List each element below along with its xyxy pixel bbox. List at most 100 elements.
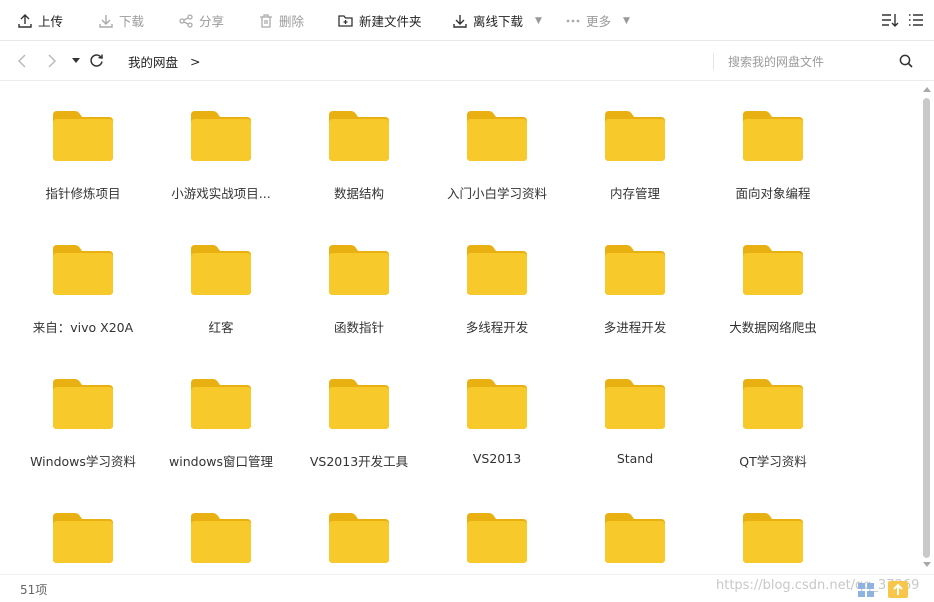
folder-icon: [191, 245, 251, 295]
folder-icon: [329, 513, 389, 563]
address-bar: 我的网盘 >: [0, 41, 934, 81]
offline-download-label: 离线下载: [473, 14, 524, 29]
folder-item[interactable]: VS2013: [428, 349, 566, 466]
scroll-down-arrow-icon[interactable]: [923, 562, 931, 568]
folder-item[interactable]: QT学习资料: [704, 349, 842, 469]
folder-item[interactable]: 入门小白学习资料: [428, 81, 566, 201]
offline-dropdown-icon[interactable]: ▼: [535, 16, 542, 26]
history-dropdown-icon[interactable]: [72, 58, 80, 64]
folder-item[interactable]: Windows学习资料: [14, 349, 152, 469]
folder-label: VS2013开发工具: [309, 454, 409, 469]
status-bar: 51项 https://blog.csdn.net/qq_37269: [0, 574, 934, 598]
folder-icon: [743, 513, 803, 563]
folder-icon: [743, 111, 803, 161]
folder-icon: [605, 379, 665, 429]
folder-icon: [467, 379, 527, 429]
folder-icon: [53, 245, 113, 295]
folder-icon: [605, 111, 665, 161]
download-button[interactable]: 下载: [99, 0, 144, 41]
folder-icon: [329, 111, 389, 161]
folder-item[interactable]: VS2013开发工具: [290, 349, 428, 469]
share-label: 分享: [199, 14, 225, 29]
folder-item[interactable]: Stand: [566, 349, 704, 466]
folder-item[interactable]: 函数指针: [290, 215, 428, 335]
folder-item[interactable]: [704, 483, 842, 574]
folder-label: 小游戏实战项目...: [171, 186, 271, 201]
folder-item[interactable]: 来自：vivo X20A: [14, 215, 152, 335]
upload-arrow-icon: [893, 583, 903, 595]
grid-view-icon[interactable]: [858, 583, 874, 597]
folder-label: 面向对象编程: [735, 186, 811, 201]
list-view-icon[interactable]: [908, 11, 924, 29]
folder-icon: [53, 111, 113, 161]
folder-label: 指针修炼项目: [45, 186, 121, 201]
more-label: 更多: [586, 14, 612, 29]
new-folder-label: 新建文件夹: [359, 14, 422, 29]
offline-download-button[interactable]: 离线下载 ▼: [453, 0, 542, 41]
upload-button[interactable]: 上传: [18, 0, 63, 41]
folder-icon: [605, 245, 665, 295]
folder-label: 多进程开发: [603, 320, 667, 335]
folder-label: VS2013: [472, 451, 522, 466]
vertical-scrollbar[interactable]: [920, 84, 934, 574]
folder-icon: [191, 379, 251, 429]
folder-item[interactable]: 数据结构: [290, 81, 428, 201]
back-icon[interactable]: [17, 53, 27, 69]
folder-item[interactable]: 多进程开发: [566, 215, 704, 335]
share-icon: [179, 13, 193, 28]
folder-item[interactable]: 内存管理: [566, 81, 704, 201]
folder-icon: [53, 379, 113, 429]
breadcrumb-separator[interactable]: >: [190, 54, 200, 69]
folder-item[interactable]: windows窗口管理: [152, 349, 290, 469]
file-grid: 指针修炼项目 小游戏实战项目... 数据结构 入门小白学习资料 内存管理 面向对象编程来自…: [0, 81, 920, 574]
folder-item[interactable]: [14, 483, 152, 574]
folder-item[interactable]: [152, 483, 290, 574]
offline-download-icon: [453, 14, 467, 28]
scroll-up-arrow-icon[interactable]: [923, 86, 931, 92]
item-count: 51项: [20, 583, 48, 597]
folder-label: 数据结构: [333, 186, 384, 201]
new-folder-button[interactable]: 新建文件夹: [338, 0, 422, 41]
download-icon: [99, 14, 113, 28]
breadcrumb-root[interactable]: 我的网盘: [128, 52, 178, 71]
breadcrumb: 我的网盘 >: [128, 41, 201, 81]
folder-item[interactable]: 指针修炼项目: [14, 81, 152, 201]
download-label: 下载: [119, 14, 145, 29]
search-input[interactable]: [722, 51, 882, 72]
more-button[interactable]: 更多 ▼: [566, 0, 630, 41]
folder-icon: [53, 513, 113, 563]
folder-icon: [467, 111, 527, 161]
delete-button[interactable]: 删除: [259, 0, 304, 41]
upload-float-button[interactable]: [888, 581, 908, 598]
folder-icon: [605, 513, 665, 563]
folder-item[interactable]: 多线程开发: [428, 215, 566, 335]
folder-item[interactable]: 面向对象编程: [704, 81, 842, 201]
folder-item[interactable]: 小游戏实战项目...: [152, 81, 290, 201]
folder-label: 入门小白学习资料: [446, 186, 547, 201]
search-divider: [713, 53, 714, 70]
folder-icon: [743, 379, 803, 429]
folder-label: 多线程开发: [465, 320, 529, 335]
folder-icon: [191, 513, 251, 563]
folder-item[interactable]: 大数据网络爬虫: [704, 215, 842, 335]
folder-item[interactable]: [290, 483, 428, 574]
folder-icon: [743, 245, 803, 295]
sort-icon[interactable]: [881, 11, 899, 29]
folder-label: QT学习资料: [739, 454, 807, 469]
new-folder-icon: [338, 14, 353, 27]
search-icon[interactable]: [899, 54, 913, 68]
folder-item[interactable]: [566, 483, 704, 574]
more-dropdown-icon[interactable]: ▼: [623, 16, 630, 26]
forward-icon[interactable]: [47, 53, 57, 69]
share-button[interactable]: 分享: [179, 0, 224, 41]
folder-item[interactable]: 红客: [152, 215, 290, 335]
folder-label: 大数据网络爬虫: [729, 320, 817, 335]
folder-label: Stand: [616, 451, 654, 466]
folder-item[interactable]: [428, 483, 566, 574]
folder-label: 来自：vivo X20A: [32, 320, 134, 335]
folder-label: 函数指针: [333, 320, 384, 335]
refresh-icon[interactable]: [89, 53, 104, 68]
more-icon: [566, 19, 580, 22]
scroll-thumb[interactable]: [923, 98, 930, 558]
upload-icon: [18, 13, 32, 28]
